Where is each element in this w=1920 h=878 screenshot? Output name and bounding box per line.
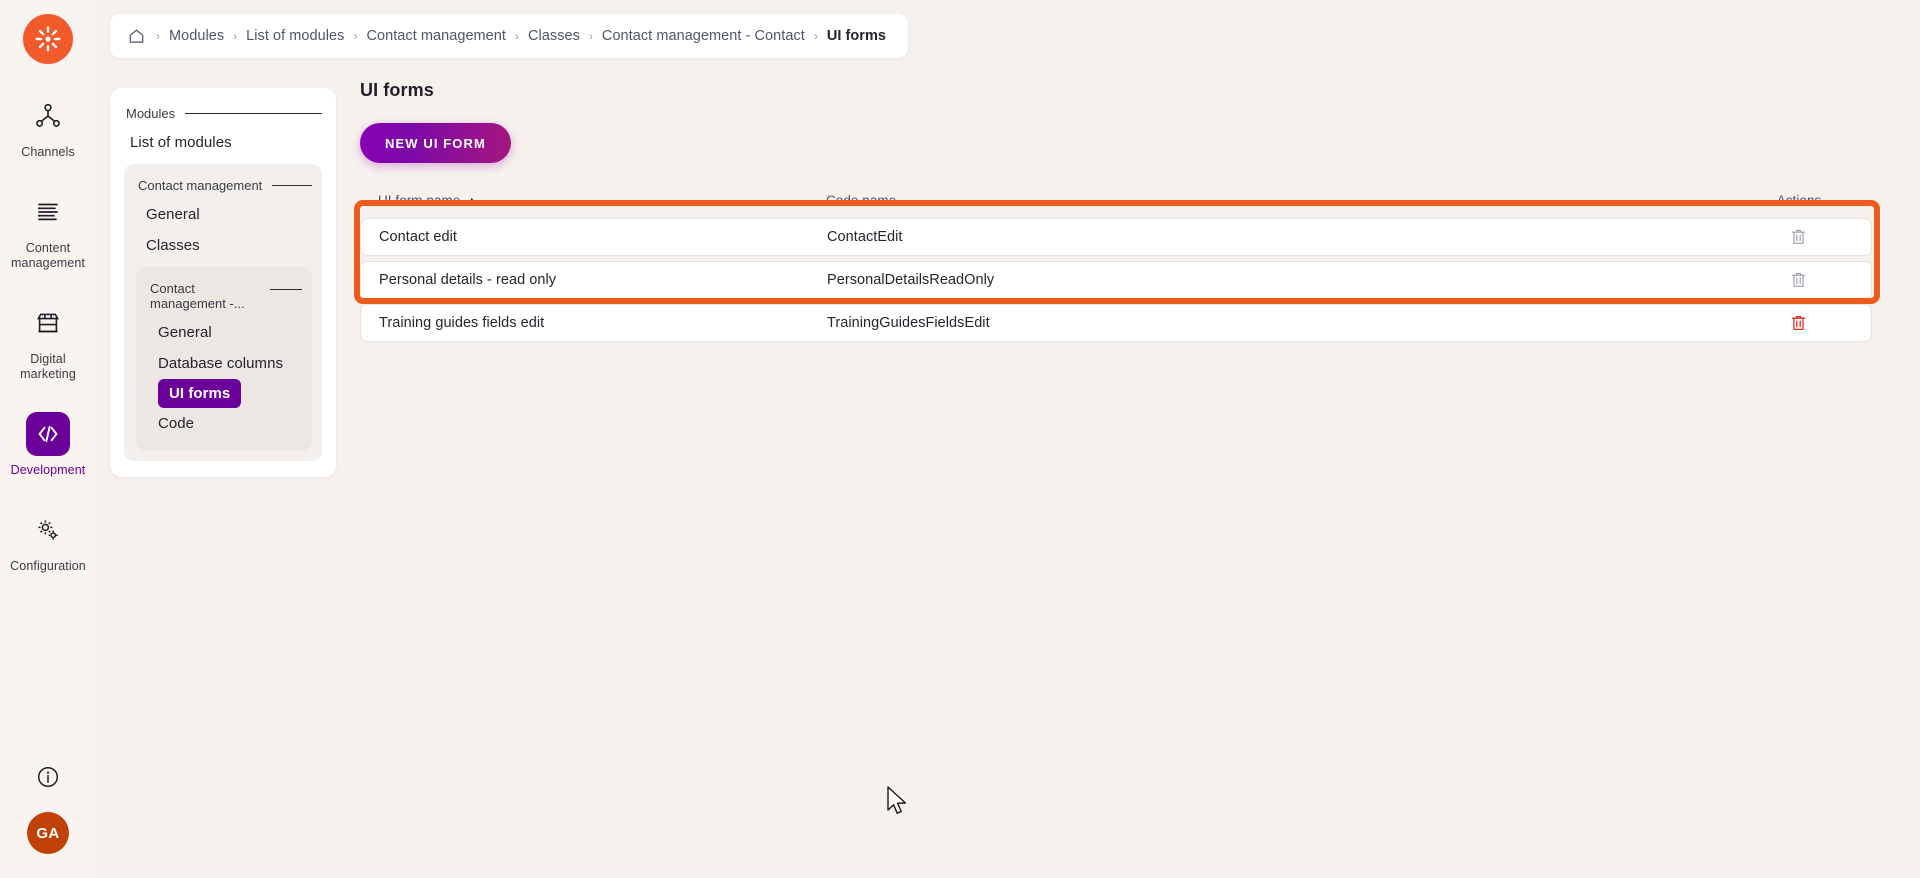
nav-group-label-modules: Modules [126,106,176,121]
cell-code-name: ContactEdit [827,229,903,245]
development-code-brackets-icon [26,412,70,456]
breadcrumb-item-list-of-modules[interactable]: List of modules [246,28,344,44]
breadcrumb-separator: › [353,29,358,43]
avatar[interactable]: GA [27,812,69,854]
breadcrumb-item-contact-management[interactable]: Contact management [366,28,506,44]
trash-icon[interactable] [1785,267,1811,293]
breadcrumb-separator: › [588,29,593,43]
column-header-label: UI form name [378,192,461,208]
cell-ui-form-name: Contact edit [379,229,457,245]
rail-item-channels[interactable]: Channels [2,94,94,160]
label-line-2: management [11,256,85,270]
nav-item-general-nested[interactable]: General [148,317,302,348]
column-header-actions: Actions [1776,192,1822,208]
nav-item-general[interactable]: General [136,199,312,230]
nav-item-list-of-modules[interactable]: List of modules [124,127,322,158]
label-line-1: Digital [30,352,66,366]
cell-actions [1743,224,1853,250]
nav-item-classes[interactable]: Classes [136,230,312,261]
secondary-nav-panel: Modules List of modules Contact manageme… [110,88,336,477]
page-title: UI forms [360,80,434,100]
configuration-gears-icon [26,508,70,552]
rail-item-label-development: Development [10,463,86,477]
home-icon[interactable] [128,28,145,45]
rail-item-label-channels: Channels [21,145,75,159]
cell-actions [1743,267,1853,293]
breadcrumb-item-modules[interactable]: Modules [169,28,224,44]
main-content: UI forms NEW UI FORM UI form name ▲ Code… [354,80,1880,878]
breadcrumb-separator: › [156,29,160,43]
cell-actions [1743,310,1853,336]
group-divider-line [270,289,302,290]
table-row[interactable]: Personal details - read only PersonalDet… [360,261,1872,299]
column-header-ui-form-name[interactable]: UI form name ▲ [378,193,826,208]
nav-group-contact-management-contact[interactable]: Contact management -... [148,275,302,317]
digital-marketing-storefront-icon [26,301,70,345]
breadcrumb: › Modules › List of modules › Contact ma… [110,14,909,58]
trash-icon[interactable] [1785,224,1811,250]
cell-ui-form-name: Personal details - read only [379,272,557,288]
group-divider-line [272,185,312,186]
breadcrumb-separator: › [813,29,818,43]
rail-item-label-configuration: Configuration [10,559,86,573]
kentico-asterisk-logo[interactable] [23,14,73,64]
table-row[interactable]: Contact edit ContactEdit [360,218,1872,256]
nav-item-database-columns[interactable]: Database columns [148,348,302,379]
nav-group-label-contact-management: Contact management [138,178,263,193]
column-header-code-name[interactable]: Code name [826,193,1744,208]
cell-code-name: TrainingGuidesFieldsEdit [827,315,990,331]
info-circle-icon[interactable] [35,764,61,790]
rail-item-digital-marketing[interactable]: Digital marketing [2,301,94,382]
rail-item-development[interactable]: Development [2,412,94,478]
nav-subgroup-contact-management-contact: Contact management -... General Database… [136,267,312,451]
app-rail: Channels Content management Digital mark… [0,0,96,878]
breadcrumb-item-contact-management-contact[interactable]: Contact management - Contact [602,28,805,44]
label-line-1: Content [25,241,71,255]
nav-subgroup-contact-management: Contact management General Classes Conta… [124,164,322,461]
breadcrumb-item-classes[interactable]: Classes [528,28,580,44]
ui-forms-table: UI form name ▲ Code name Actions Contact… [354,187,1880,342]
group-divider-line [185,113,322,114]
channels-node-graph-icon [26,94,70,138]
cell-ui-form-name: Training guides fields edit [379,315,545,331]
rail-item-configuration[interactable]: Configuration [2,508,94,574]
nav-group-label-contact-management-contact: Contact management -... [150,281,245,311]
nav-group-modules[interactable]: Modules [124,100,322,127]
label-line-2: marketing [20,367,76,381]
rail-item-label-content-management: Content management [11,241,85,271]
rail-item-content-management[interactable]: Content management [2,190,94,271]
breadcrumb-item-ui-forms: UI forms [826,28,887,44]
nav-item-ui-forms[interactable]: UI forms [158,379,242,408]
cell-code-name: PersonalDetailsReadOnly [827,272,995,288]
nav-group-contact-management[interactable]: Contact management [136,172,312,199]
new-ui-form-button[interactable]: NEW UI FORM [360,123,511,163]
breadcrumb-separator: › [515,29,519,43]
breadcrumb-separator: › [233,29,238,43]
table-row[interactable]: Training guides fields edit TrainingGuid… [360,304,1872,342]
rail-item-label-digital-marketing: Digital marketing [20,352,76,382]
content-management-list-icon [26,190,70,234]
sort-ascending-icon: ▲ [467,194,477,205]
nav-item-code[interactable]: Code [148,408,302,439]
trash-icon[interactable] [1785,310,1811,336]
table-header-row: UI form name ▲ Code name Actions [360,187,1872,213]
